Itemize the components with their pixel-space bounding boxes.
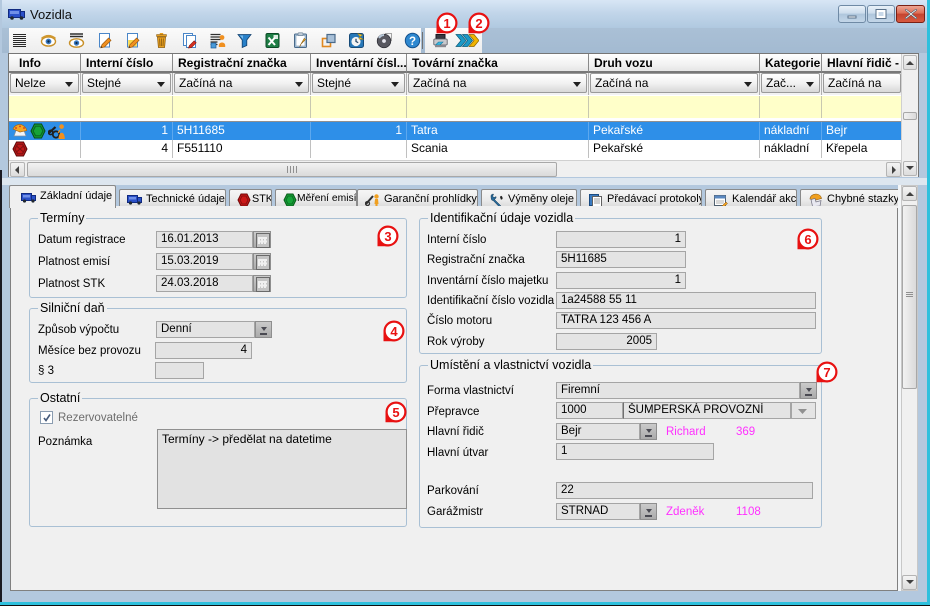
svg-text:1: 1 bbox=[443, 16, 450, 31]
svg-text:?: ? bbox=[409, 36, 416, 48]
svg-text:2: 2 bbox=[475, 16, 482, 31]
svg-text:5: 5 bbox=[392, 405, 399, 420]
svg-text:6: 6 bbox=[804, 232, 811, 247]
svg-text:7: 7 bbox=[823, 365, 830, 380]
svg-text:3: 3 bbox=[384, 229, 391, 244]
svg-text:4: 4 bbox=[390, 324, 398, 339]
